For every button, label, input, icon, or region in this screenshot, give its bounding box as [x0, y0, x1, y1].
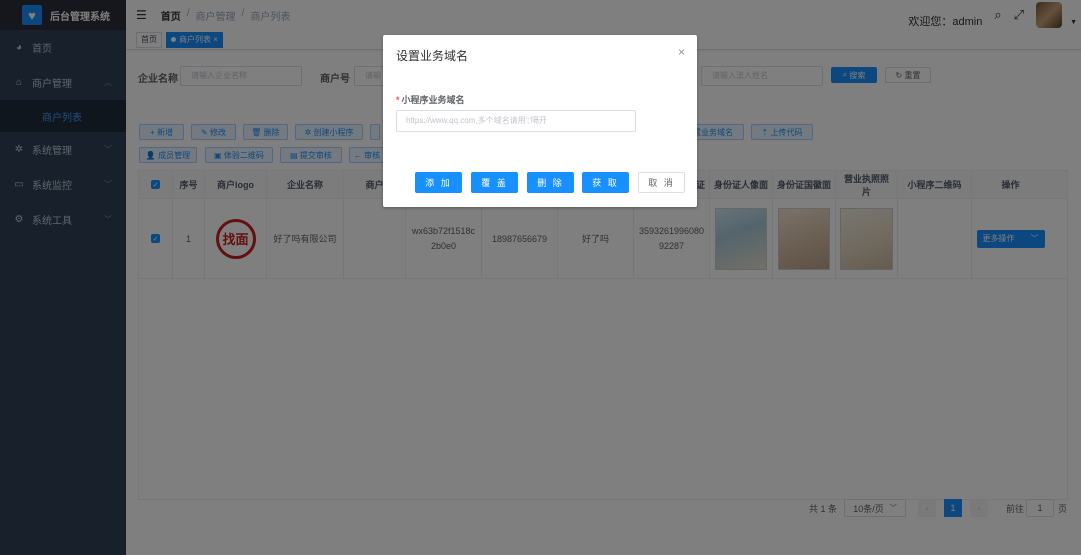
overwrite-domain-button[interactable]: 覆 盖	[471, 172, 518, 193]
add-domain-button[interactable]: 添 加	[415, 172, 462, 193]
delete-domain-button[interactable]: 删 除	[527, 172, 574, 193]
get-domain-button[interactable]: 获 取	[582, 172, 629, 193]
domain-field-label: * 小程序业务域名	[396, 93, 465, 106]
domain-field-label-text: 小程序业务域名	[401, 95, 465, 105]
set-domain-dialog: 设置业务域名 × * 小程序业务域名 https://www.qq.com,多个域…	[383, 35, 697, 207]
dialog-title: 设置业务域名	[396, 49, 469, 63]
required-asterisk: *	[396, 95, 400, 105]
cancel-button[interactable]: 取 消	[638, 172, 685, 193]
close-icon[interactable]: ×	[678, 45, 685, 59]
domain-input[interactable]: https://www.qq.com,多个域名请用';'隔开	[396, 110, 636, 132]
